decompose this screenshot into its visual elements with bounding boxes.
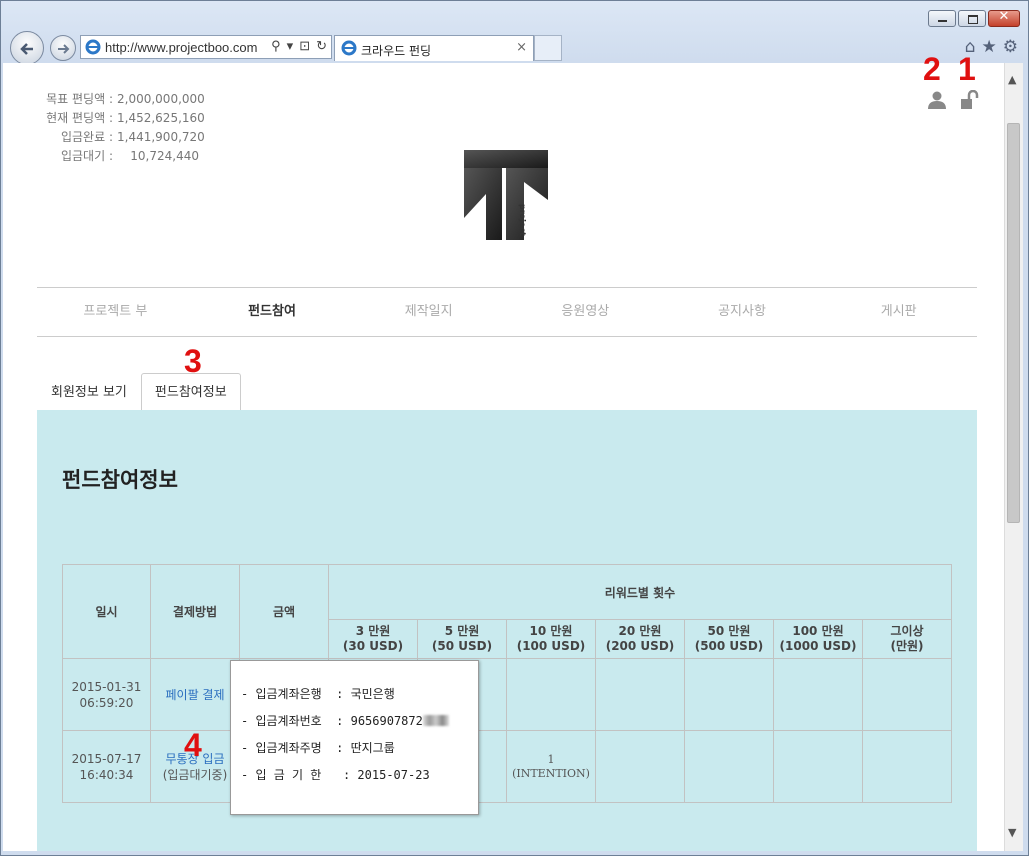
reward-col-header: 10 만원 (100 USD) (506, 619, 596, 659)
maximize-icon (968, 15, 978, 24)
popup-bank: - 입금계좌은행 : 국민은행 (241, 687, 395, 701)
tab-close-icon[interactable]: × (516, 40, 527, 55)
header-amount: 금액 (239, 564, 329, 659)
user-icons (927, 90, 979, 110)
scroll-up-icon[interactable]: ▲ (1008, 73, 1016, 86)
row-reward-cell (862, 658, 952, 731)
header-method: 결제방법 (150, 564, 240, 659)
tab-ie-icon (341, 40, 357, 56)
fund-table: 일시 결제방법 금액 리워드별 횟수 3 만원 (30 USD) 5 만원 (50 … (62, 564, 952, 803)
address-tools: ⚲ ▾ ⊡ ↻ (271, 38, 327, 54)
forward-button[interactable] (50, 35, 76, 61)
back-arrow-icon (20, 43, 33, 55)
stat-label: 현재 편딩액 : (46, 111, 113, 125)
stat-label: 입금대기 : (60, 149, 113, 163)
row-reward-cell (684, 658, 774, 731)
forward-arrow-icon (58, 44, 70, 54)
close-button[interactable]: ✕ (988, 9, 1020, 27)
scroll-down-icon[interactable]: ▼ (1008, 826, 1016, 839)
url-text: http://www.projectboo.com (105, 40, 258, 55)
reward-col-header: 100 만원 (1000 USD) (773, 619, 863, 659)
tab-title: 크라우드 펀딩 (361, 44, 432, 58)
popup-account: - 입금계좌번호 : 9656907872 (241, 712, 449, 729)
user-icon[interactable] (927, 90, 947, 110)
maximize-button[interactable] (958, 10, 986, 27)
close-icon: ✕ (998, 9, 1010, 24)
reward-col-header: 20 만원 (200 USD) (595, 619, 685, 659)
search-icon[interactable]: ⚲ (271, 38, 281, 54)
row-reward-cell (773, 658, 863, 731)
minimize-button[interactable] (928, 10, 956, 27)
row-reward-cell (684, 730, 774, 803)
stat-row: 목표 편딩액 : 2,000,000,000 (35, 90, 205, 109)
funding-stats: 목표 편딩액 : 2,000,000,000 현재 편딩액 : 1,452,625,… (35, 90, 205, 166)
header-rewards: 리워드별 횟수 (328, 564, 952, 620)
fund-info-panel: 펀드참여정보 일시 결제방법 금액 리워드별 횟수 3 만원 (30 USD) 5… (37, 410, 977, 851)
stat-value: 1,441,900,720 (117, 130, 205, 144)
row-reward-cell (595, 658, 685, 731)
panel-title: 펀드참여정보 (62, 468, 178, 492)
reward-col-header: 그이상 (만원) (862, 619, 952, 659)
stat-value: 2,000,000,000 (117, 92, 205, 106)
menu-item-board[interactable]: 게시판 (820, 288, 977, 336)
address-bar[interactable]: http://www.projectboo.com ⚲ ▾ ⊡ ↻ (80, 35, 332, 59)
scroll-thumb[interactable] (1007, 123, 1020, 523)
popup-deadline: - 입 금 기 한 : 2015-07-23 (241, 768, 430, 782)
project-logo[interactable]: project (464, 148, 550, 240)
account-info-popup: - 입금계좌은행 : 국민은행 - 입금계좌번호 : 9656907872 - … (230, 660, 479, 815)
reward-col-header: 3 만원 (30 USD) (328, 619, 418, 659)
stat-row: 현재 편딩액 : 1,452,625,160 (35, 109, 205, 128)
compat-icon[interactable]: ⊡ (299, 38, 310, 54)
annotation-2: 2 (923, 51, 941, 87)
menu-item-video[interactable]: 응원영상 (507, 288, 664, 336)
settings-gear-icon[interactable]: ⚙ (1003, 37, 1018, 57)
annotation-4: 4 (184, 727, 202, 763)
stat-row: 입금완료 : 1,441,900,720 (35, 128, 205, 147)
annotation-3: 3 (184, 343, 202, 379)
sub-tabs: 회원정보 보기 펀드참여정보 (37, 373, 241, 411)
popup-holder: - 입금계좌주명 : 딴지그룹 (241, 741, 395, 755)
vertical-scrollbar[interactable]: ▲ ▼ (1004, 63, 1023, 851)
stat-label: 입금완료 : (60, 130, 113, 144)
back-button[interactable] (10, 31, 44, 65)
payment-method-link[interactable]: 페이팔 결제 (165, 688, 224, 702)
logo-text: project (518, 204, 527, 236)
stat-label: 목표 편딩액 : (46, 92, 113, 106)
stat-value: 10,724,440 (130, 149, 199, 163)
new-tab-button[interactable] (534, 35, 562, 61)
row-date: 2015-01-31 06:59:20 (62, 658, 151, 731)
payment-status: (입금대기중) (162, 767, 228, 782)
row-reward-cell: 1 (INTENTION) (506, 730, 596, 803)
refresh-icon[interactable]: ↻ (316, 38, 327, 54)
stat-value: 1,452,625,160 (117, 111, 205, 125)
row-reward-cell (773, 730, 863, 803)
main-menu: 프로젝트 부 펀드참여 제작일지 응원영상 공지사항 게시판 (37, 287, 977, 337)
favorites-star-icon[interactable]: ★ (982, 37, 997, 57)
row-date: 2015-07-17 16:40:34 (62, 730, 151, 803)
menu-item-notice[interactable]: 공지사항 (664, 288, 821, 336)
annotation-1: 1 (958, 51, 976, 87)
row-method: 페이팔 결제 (150, 658, 240, 731)
page-content: 목표 편딩액 : 2,000,000,000 현재 편딩액 : 1,452,625,… (3, 63, 1004, 851)
reward-col-header: 5 만원 (50 USD) (417, 619, 507, 659)
browser-tab[interactable]: 크라우드 펀딩 × (334, 35, 534, 61)
tab-member-info[interactable]: 회원정보 보기 (37, 373, 141, 411)
header-date: 일시 (62, 564, 151, 659)
row-reward-cell (862, 730, 952, 803)
menu-item-project[interactable]: 프로젝트 부 (37, 288, 194, 336)
redacted-digits (422, 715, 449, 726)
menu-item-diary[interactable]: 제작일지 (350, 288, 507, 336)
row-reward-cell (506, 658, 596, 731)
browser-window: ✕ http://www.projectboo.com ⚲ ▾ ⊡ ↻ 크라우드… (0, 0, 1029, 856)
ie-icon (85, 39, 101, 55)
window-controls: ✕ (928, 9, 1020, 27)
stat-row: 입금대기 : 10,724,440 (35, 147, 199, 166)
minimize-icon (938, 20, 947, 22)
menu-item-fund[interactable]: 펀드참여 (194, 288, 351, 336)
unlock-icon[interactable] (959, 90, 979, 110)
dropdown-icon[interactable]: ▾ (287, 38, 294, 54)
row-reward-cell (595, 730, 685, 803)
reward-col-header: 50 만원 (500 USD) (684, 619, 774, 659)
table-row: 2015-01-31 06:59:20 페이팔 결제 (62, 658, 952, 731)
